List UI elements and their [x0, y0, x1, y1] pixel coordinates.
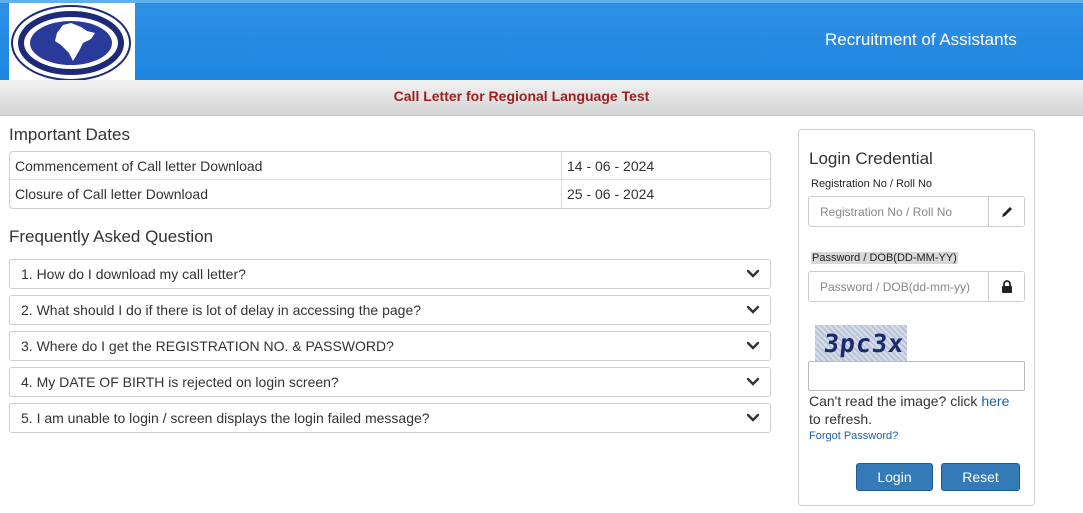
registration-input-group — [808, 196, 1025, 227]
captcha-help-prefix: Can't read the image? click — [809, 393, 982, 409]
pencil-icon — [988, 197, 1024, 226]
date-label: Commencement of Call letter Download — [15, 158, 263, 174]
faq-question: 4. My DATE OF BIRTH is rejected on login… — [21, 374, 339, 390]
faq-heading: Frequently Asked Question — [9, 227, 214, 246]
date-value: 25 - 06 - 2024 — [567, 186, 655, 202]
page-title: Recruitment of Assistants — [825, 30, 1017, 49]
chevron-down-icon — [746, 305, 760, 314]
logo-emblem-icon — [11, 5, 131, 81]
subheader-bar: Call Letter for Regional Language Test — [0, 80, 1083, 116]
password-input-group — [808, 271, 1025, 302]
captcha-refresh-link[interactable]: here — [981, 393, 1009, 409]
header-bar: Recruitment of Assistants — [0, 0, 1083, 83]
chevron-down-icon — [746, 341, 760, 350]
password-input[interactable] — [809, 272, 989, 301]
column-divider — [561, 152, 562, 180]
registration-label: Registration No / Roll No — [811, 178, 933, 190]
faq-question: 2. What should I do if there is lot of d… — [21, 302, 422, 318]
date-value: 14 - 06 - 2024 — [567, 158, 655, 174]
faq-item-3[interactable]: 3. Where do I get the REGISTRATION NO. &… — [9, 331, 771, 361]
table-row: Commencement of Call letter Download 14 … — [10, 152, 770, 180]
subheader-title: Call Letter for Regional Language Test — [393, 88, 650, 104]
chevron-down-icon — [746, 413, 760, 422]
date-label: Closure of Call letter Download — [15, 186, 208, 202]
login-button[interactable]: Login — [856, 463, 933, 491]
chevron-down-icon — [746, 269, 760, 278]
captcha-help-suffix: to refresh. — [809, 411, 873, 427]
column-divider — [561, 180, 562, 208]
faq-item-1[interactable]: 1. How do I download my call letter? — [9, 259, 771, 289]
captcha-help-text: Can't read the image? click here to refr… — [809, 392, 1019, 428]
chevron-down-icon — [746, 377, 760, 386]
login-title: Login Credential — [809, 149, 933, 168]
lock-icon — [988, 272, 1024, 301]
faq-question: 5. I am unable to login / screen display… — [21, 410, 430, 426]
faq-item-4[interactable]: 4. My DATE OF BIRTH is rejected on login… — [9, 367, 771, 397]
faq-question: 1. How do I download my call letter? — [21, 266, 246, 282]
important-dates-heading: Important Dates — [9, 125, 130, 144]
captcha-input[interactable] — [808, 361, 1025, 391]
table-row: Closure of Call letter Download 25 - 06 … — [10, 180, 770, 208]
forgot-password-link[interactable]: Forgot Password? — [809, 430, 898, 442]
captcha-image: 3pc3x — [815, 325, 907, 361]
login-panel: Login Credential Registration No / Roll … — [798, 129, 1035, 506]
registration-input[interactable] — [809, 197, 989, 226]
password-label: Password / DOB(DD-MM-YY) — [811, 252, 958, 264]
captcha-text: 3pc3x — [822, 329, 906, 358]
important-dates-table: Commencement of Call letter Download 14 … — [9, 151, 771, 209]
faq-question: 3. Where do I get the REGISTRATION NO. &… — [21, 338, 394, 354]
company-logo[interactable] — [9, 3, 135, 83]
faq-item-2[interactable]: 2. What should I do if there is lot of d… — [9, 295, 771, 325]
faq-item-5[interactable]: 5. I am unable to login / screen display… — [9, 403, 771, 433]
reset-button[interactable]: Reset — [941, 463, 1020, 491]
